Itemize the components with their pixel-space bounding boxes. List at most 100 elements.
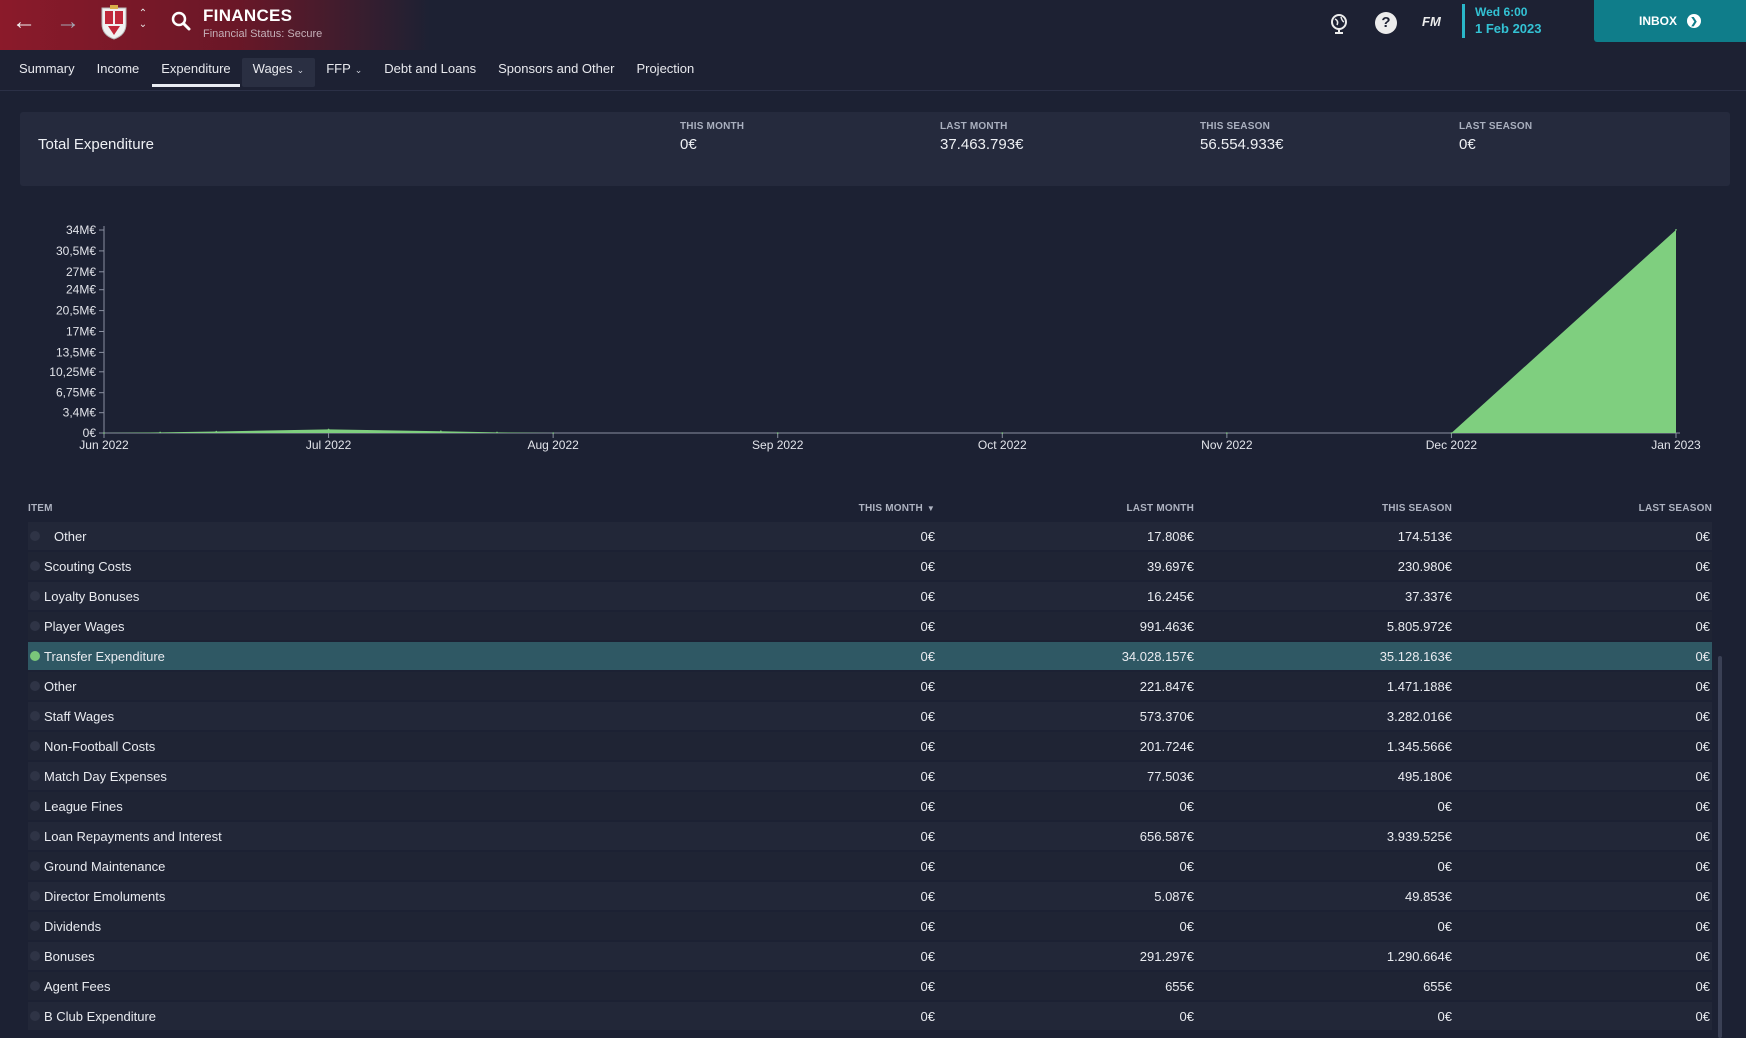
cell-last-month: 16.245€: [1147, 589, 1194, 604]
tab-ffp[interactable]: FFP ⌄: [315, 58, 373, 87]
cell-item: Transfer Expenditure: [44, 649, 165, 664]
tab-expenditure[interactable]: Expenditure: [150, 58, 241, 87]
row-expand-icon[interactable]: [30, 711, 40, 721]
table-row[interactable]: Bonuses 0€ 291.297€ 1.290.664€ 0€: [28, 942, 1712, 970]
table-row[interactable]: Loan Repayments and Interest 0€ 656.587€ 3.…: [28, 822, 1712, 850]
table-row[interactable]: Agent Fees 0€ 655€ 655€ 0€: [28, 972, 1712, 1000]
row-expand-icon[interactable]: [30, 531, 40, 541]
expenditure-area: [104, 229, 1676, 433]
cell-item: Non-Football Costs: [44, 739, 156, 754]
tab-label: Summary: [19, 61, 75, 76]
table-row[interactable]: B Club Expenditure 0€ 0€ 0€ 0€: [28, 1002, 1712, 1030]
cell-item: Other: [54, 529, 87, 544]
header-this-season[interactable]: THIS SEASON: [1382, 503, 1452, 514]
table-row[interactable]: Staff Wages 0€ 573.370€ 3.282.016€ 0€: [28, 702, 1712, 730]
cell-this-season: 1.471.188€: [1386, 679, 1452, 694]
table-scrollbar[interactable]: [1718, 656, 1722, 1038]
table-row[interactable]: Other 0€ 17.808€ 174.513€ 0€: [28, 522, 1712, 550]
tab-summary[interactable]: Summary: [8, 58, 86, 87]
inbox-arrow-icon: ❯: [1687, 14, 1701, 28]
cell-this-season: 35.128.163€: [1379, 649, 1452, 664]
y-tick-label: 27M€: [66, 265, 96, 279]
table-row[interactable]: Loyalty Bonuses 0€ 16.245€ 37.337€ 0€: [28, 582, 1712, 610]
header-this-month[interactable]: THIS MONTH ▼: [859, 503, 935, 514]
table-row[interactable]: Other 0€ 221.847€ 1.471.188€ 0€: [28, 672, 1712, 700]
tab-wages[interactable]: Wages ⌄: [241, 58, 316, 87]
table-row[interactable]: Match Day Expenses 0€ 77.503€ 495.180€ 0€: [28, 762, 1712, 790]
table-row[interactable]: Ground Maintenance 0€ 0€ 0€ 0€: [28, 852, 1712, 880]
header-last-month[interactable]: LAST MONTH: [1126, 503, 1194, 514]
tab-income[interactable]: Income: [86, 58, 151, 87]
row-expand-icon[interactable]: [30, 981, 40, 991]
row-expand-icon[interactable]: [30, 561, 40, 571]
cell-item: Staff Wages: [44, 709, 115, 724]
cell-last-season: 0€: [1695, 829, 1710, 844]
search-icon[interactable]: [170, 10, 192, 32]
x-tick-label: Oct 2022: [978, 438, 1027, 452]
game-time[interactable]: Wed 6:00: [1475, 5, 1527, 19]
table-row[interactable]: Player Wages 0€ 991.463€ 5.805.972€ 0€: [28, 612, 1712, 640]
row-expand-icon[interactable]: [30, 591, 40, 601]
header-item[interactable]: ITEM: [28, 503, 53, 514]
globe-icon[interactable]: [1328, 12, 1350, 34]
cell-last-season: 0€: [1695, 919, 1710, 934]
table-row[interactable]: League Fines 0€ 0€ 0€ 0€: [28, 792, 1712, 820]
header-last-season[interactable]: LAST SEASON: [1639, 503, 1712, 514]
expenditure-table: ITEM THIS MONTH ▼ LAST MONTH THIS SEASON …: [28, 496, 1712, 1032]
cell-this-month: 0€: [920, 799, 935, 814]
tab-projection[interactable]: Projection: [625, 58, 705, 87]
x-tick-label: Dec 2022: [1426, 438, 1478, 452]
y-tick-label: 24M€: [66, 283, 96, 297]
cell-this-season: 0€: [1437, 799, 1452, 814]
tab-debt-and-loans[interactable]: Debt and Loans: [373, 58, 487, 87]
chevron-down-icon: ⌄: [354, 65, 363, 75]
row-expand-icon[interactable]: [30, 681, 40, 691]
row-expand-icon[interactable]: [30, 771, 40, 781]
cell-this-month: 0€: [920, 679, 935, 694]
row-expand-icon[interactable]: [30, 831, 40, 841]
table-row[interactable]: Director Emoluments 0€ 5.087€ 49.853€ 0€: [28, 882, 1712, 910]
table-row[interactable]: Scouting Costs 0€ 39.697€ 230.980€ 0€: [28, 552, 1712, 580]
help-icon[interactable]: ?: [1375, 12, 1397, 34]
data-point: [159, 431, 161, 434]
data-point: [1675, 229, 1677, 231]
game-date[interactable]: 1 Feb 2023: [1475, 21, 1542, 36]
row-expand-icon[interactable]: [30, 621, 40, 631]
tab-sponsors-and-other[interactable]: Sponsors and Other: [487, 58, 625, 87]
row-expand-icon[interactable]: [30, 741, 40, 751]
cell-this-season: 0€: [1437, 1009, 1452, 1024]
forward-arrow-icon[interactable]: →: [54, 8, 82, 36]
cell-this-month: 0€: [920, 889, 935, 904]
cell-last-month: 656.587€: [1139, 829, 1194, 844]
inbox-button[interactable]: INBOX ❯: [1594, 0, 1746, 42]
row-expand-icon[interactable]: [30, 861, 40, 871]
summary-label: Total Expenditure: [38, 136, 154, 153]
cell-last-month: 34.028.157€: [1121, 649, 1194, 664]
row-expand-icon[interactable]: [30, 651, 40, 661]
cell-this-season: 1.345.566€: [1386, 739, 1452, 754]
back-arrow-icon[interactable]: ←: [10, 8, 38, 36]
fm-logo[interactable]: FM: [1422, 14, 1441, 29]
table-row[interactable]: Dividends 0€ 0€ 0€ 0€: [28, 912, 1712, 940]
x-tick-label: Aug 2022: [527, 438, 579, 452]
table-row[interactable]: Non-Football Costs 0€ 201.724€ 1.345.566€ 0€: [28, 732, 1712, 760]
chevron-down-icon: ⌄: [296, 65, 305, 75]
cell-last-season: 0€: [1695, 889, 1710, 904]
up-down-chevron-icon[interactable]: ⌃ ⌄: [136, 8, 150, 36]
cell-last-season: 0€: [1695, 709, 1710, 724]
data-point: [103, 432, 105, 434]
table-row[interactable]: Transfer Expenditure 0€ 34.028.157€ 35.128.…: [28, 642, 1712, 670]
club-crest-icon[interactable]: [99, 4, 129, 40]
row-expand-icon[interactable]: [30, 801, 40, 811]
row-expand-icon[interactable]: [30, 951, 40, 961]
stat-value: 0€: [680, 136, 697, 153]
x-tick-label: Jun 2022: [79, 438, 129, 452]
row-expand-icon[interactable]: [30, 891, 40, 901]
stat-last-month: LAST MONTH 37.463.793€: [940, 121, 1023, 153]
date-accent-bar: [1462, 4, 1465, 38]
row-expand-icon[interactable]: [30, 1011, 40, 1021]
inbox-label: INBOX: [1638, 14, 1677, 28]
cell-this-month: 0€: [920, 769, 935, 784]
row-expand-icon[interactable]: [30, 921, 40, 931]
tab-label: FFP: [326, 61, 351, 76]
